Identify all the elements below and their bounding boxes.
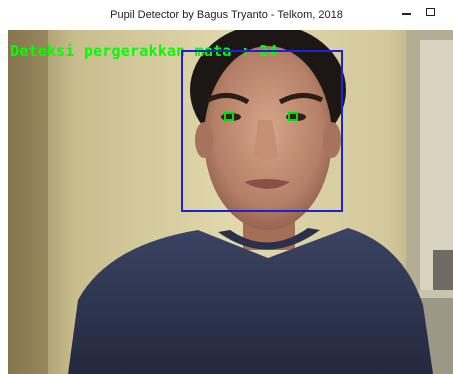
app-window: Pupil Detector by Bagus Tryanto - Telkom… <box>0 0 453 374</box>
maximize-button[interactable] <box>423 5 439 21</box>
title-bar[interactable]: Pupil Detector by Bagus Tryanto - Telkom… <box>0 0 453 30</box>
minimize-icon <box>402 13 411 15</box>
left-eye-detection-box <box>224 112 234 121</box>
minimize-button[interactable] <box>399 5 415 21</box>
camera-feed: Deteksi pergerakkan mata : 24 <box>8 30 453 374</box>
face-detection-box <box>181 50 343 212</box>
right-eye-detection-box <box>288 112 298 121</box>
maximize-icon <box>426 8 435 16</box>
window-title: Pupil Detector by Bagus Tryanto - Telkom… <box>110 9 343 21</box>
